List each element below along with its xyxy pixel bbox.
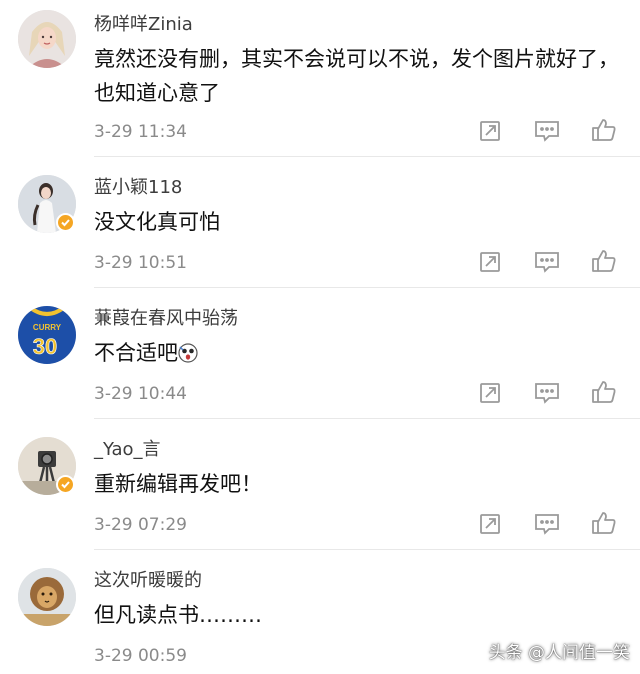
share-button[interactable] <box>475 378 505 408</box>
reply-button[interactable] <box>532 378 562 408</box>
share-button[interactable] <box>475 509 505 539</box>
share-icon <box>480 514 500 534</box>
author-name[interactable]: 杨咩咩Zinia <box>94 14 193 36</box>
comment-text: 但凡读点书……… <box>94 603 262 627</box>
comment-text: 没文化真可怕 <box>94 210 220 234</box>
comment-text: 重新编辑再发吧！ <box>94 472 262 496</box>
shocked-face-emoji-icon <box>178 339 198 373</box>
comment-time: 3-29 11:34 <box>94 122 187 142</box>
comment-time: 3-29 10:51 <box>94 253 187 273</box>
thumbs-up-icon <box>592 250 616 272</box>
thumbs-up-icon <box>592 381 616 403</box>
comment-icon <box>535 514 559 535</box>
reply-button[interactable] <box>532 116 562 146</box>
like-button[interactable] <box>589 377 619 407</box>
verified-badge <box>56 213 75 232</box>
share-icon <box>480 121 500 141</box>
author-name[interactable]: 蓝小颖118 <box>94 177 182 199</box>
comment-text: 不合适吧 <box>94 336 624 373</box>
author-name[interactable]: _Yao_言 <box>94 439 161 461</box>
comment-time: 3-29 10:44 <box>94 384 187 404</box>
divider <box>94 156 640 157</box>
comment-time: 3-29 07:29 <box>94 515 187 535</box>
verified-badge <box>56 475 75 494</box>
avatar[interactable]: CURRY 30 <box>18 306 76 364</box>
watermark: 头条 @人间值一笑 <box>488 643 630 663</box>
comment-icon <box>535 383 559 404</box>
divider <box>94 287 640 288</box>
divider <box>94 549 640 550</box>
jersey-number: 30 <box>33 334 57 359</box>
comment-time: 3-29 00:59 <box>94 646 187 666</box>
like-button[interactable] <box>589 246 619 276</box>
comment-icon <box>535 121 559 142</box>
divider <box>94 418 640 419</box>
share-icon <box>480 383 500 403</box>
comment-text-body: 不合适吧 <box>94 341 178 365</box>
like-button[interactable] <box>589 508 619 538</box>
jersey-text: CURRY <box>33 323 62 332</box>
author-name[interactable]: 这次听暖暖的 <box>94 570 202 592</box>
comment-text: 竟然还没有删，其实不会说可以不说，发个图片就好了，也知道心意了 <box>94 47 619 105</box>
reply-button[interactable] <box>532 247 562 277</box>
avatar[interactable] <box>18 568 76 626</box>
thumbs-up-icon <box>592 512 616 534</box>
share-button[interactable] <box>475 116 505 146</box>
reply-button[interactable] <box>532 509 562 539</box>
share-icon <box>480 252 500 272</box>
author-name[interactable]: 蒹葭在春风中骀荡 <box>94 308 238 330</box>
avatar[interactable] <box>18 10 76 68</box>
thumbs-up-icon <box>592 119 616 141</box>
like-button[interactable] <box>589 115 619 145</box>
comment-icon <box>535 252 559 273</box>
share-button[interactable] <box>475 247 505 277</box>
